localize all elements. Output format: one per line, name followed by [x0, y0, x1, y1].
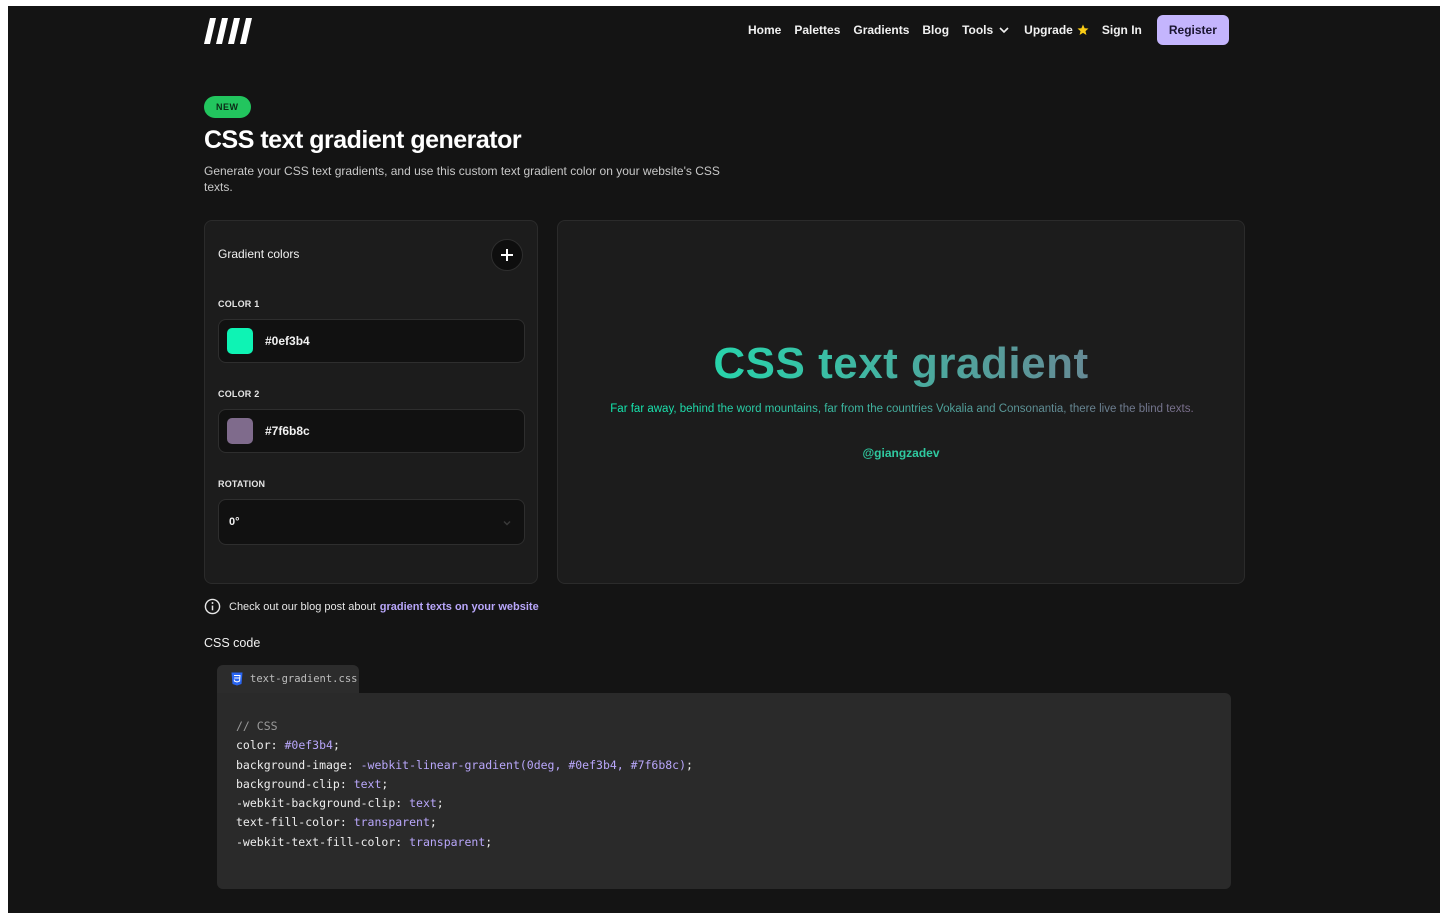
page: Home Palettes Gradients Blog Tools Upgra… — [8, 6, 1440, 913]
panel-title: Gradient colors — [218, 247, 300, 261]
top-nav: Home Palettes Gradients Blog Tools Upgra… — [748, 14, 1229, 46]
gradient-preview: CSS text gradient Far far away, behind t… — [557, 220, 1245, 584]
code-value: text — [409, 796, 437, 811]
code-comment: // CSS — [236, 719, 278, 733]
code-line: background-clip: text; — [236, 775, 1231, 794]
nav-upgrade-label: Upgrade — [1024, 23, 1073, 37]
preview-title: CSS text gradient — [558, 339, 1244, 389]
code-prop: color: — [236, 738, 285, 753]
chevron-down-icon — [999, 27, 1009, 34]
code-value: -webkit-linear-gradient(0deg, #0ef3b4, #… — [360, 757, 687, 772]
rotation-select[interactable]: 0° — [218, 499, 525, 545]
nav-palettes[interactable]: Palettes — [794, 23, 840, 37]
code-value: transparent — [353, 815, 430, 830]
color2-value: #7f6b8c — [265, 424, 310, 438]
nav-home[interactable]: Home — [748, 23, 781, 37]
nav-tools-label: Tools — [962, 23, 994, 37]
code-prop: background-clip: — [236, 776, 354, 791]
info-icon — [204, 598, 221, 615]
code-value: transparent — [409, 834, 486, 849]
code-semicolon: ; — [436, 796, 444, 811]
code-filename: text-gradient.css — [250, 673, 358, 685]
nav-gradients[interactable]: Gradients — [853, 23, 909, 37]
chevron-down-icon — [503, 521, 511, 526]
code-semicolon: ; — [485, 834, 493, 849]
gradient-colors-panel: Gradient colors COLOR 1 #0ef3b4 COLOR 2 … — [204, 220, 538, 584]
code-prop: -webkit-background-clip: — [236, 796, 410, 811]
logo-icon[interactable] — [204, 16, 254, 46]
code-prop: -webkit-text-fill-color: — [236, 834, 410, 849]
new-badge: NEW — [204, 96, 251, 118]
code-block[interactable]: // CSS color: #0ef3b4; background-image:… — [217, 693, 1231, 889]
code-line: -webkit-background-clip: text; — [236, 794, 1231, 813]
register-button[interactable]: Register — [1156, 15, 1229, 45]
color2-input[interactable]: #7f6b8c — [218, 409, 525, 453]
info-text: Check out our blog post about — [229, 600, 376, 613]
color1-label: COLOR 1 — [218, 299, 260, 309]
code-file-tab[interactable]: text-gradient.css — [217, 665, 359, 693]
code-prop: background-image: — [236, 757, 361, 772]
preview-text: Far far away, behind the word mountains,… — [598, 401, 1206, 417]
page-description: Generate your CSS text gradients, and us… — [204, 164, 720, 194]
blog-info: Check out our blog post about gradient t… — [204, 598, 539, 615]
plus-icon — [501, 249, 513, 261]
rotation-label: ROTATION — [218, 479, 266, 489]
code-prop: text-fill-color: — [236, 815, 354, 830]
color1-input[interactable]: #0ef3b4 — [218, 319, 525, 363]
css-file-icon — [231, 672, 243, 686]
code-line: color: #0ef3b4; — [236, 736, 1231, 755]
nav-sign-in[interactable]: Sign In — [1102, 23, 1142, 37]
blog-post-link[interactable]: gradient texts on your website — [380, 601, 539, 613]
page-title: CSS text gradient generator — [204, 126, 522, 154]
nav-blog[interactable]: Blog — [922, 23, 949, 37]
code-value: #0ef3b4 — [284, 738, 333, 753]
code-semicolon: ; — [429, 815, 437, 830]
color2-label: COLOR 2 — [218, 389, 260, 399]
preview-handle: @giangzadev — [862, 446, 940, 460]
code-semicolon: ; — [332, 738, 340, 753]
code-semicolon: ; — [381, 776, 389, 791]
color1-swatch[interactable] — [227, 328, 253, 354]
code-line: background-image: -webkit-linear-gradien… — [236, 756, 1231, 775]
color2-swatch[interactable] — [227, 418, 253, 444]
nav-tools[interactable]: Tools — [962, 23, 1011, 37]
color1-value: #0ef3b4 — [265, 334, 310, 348]
nav-upgrade[interactable]: Upgrade — [1024, 23, 1089, 37]
css-code-label: CSS code — [204, 636, 261, 650]
add-color-button[interactable] — [491, 239, 523, 271]
star-icon — [1077, 24, 1089, 35]
code-value: text — [353, 776, 382, 791]
rotation-value: 0° — [229, 516, 240, 528]
code-line: -webkit-text-fill-color: transparent; — [236, 833, 1231, 852]
code-line: text-fill-color: transparent; — [236, 813, 1231, 832]
code-semicolon: ; — [686, 757, 693, 772]
